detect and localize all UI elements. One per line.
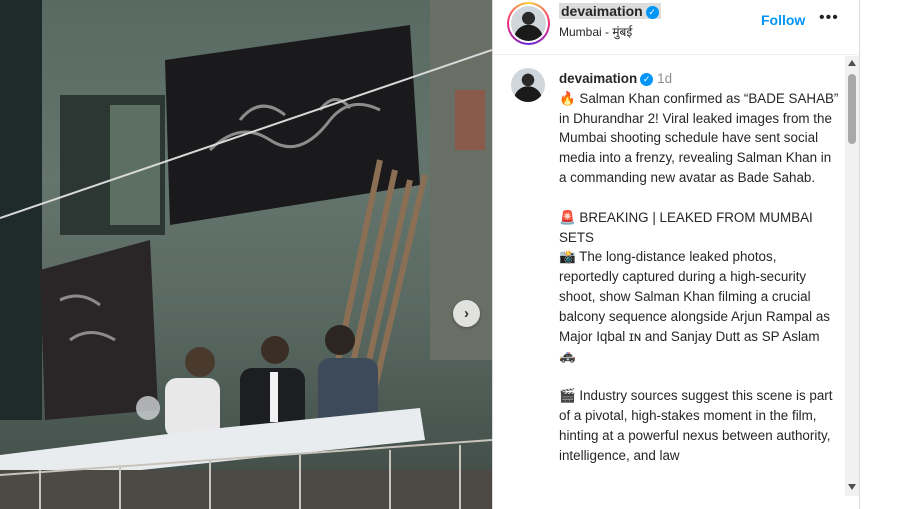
railing — [0, 470, 492, 509]
photo-scene — [0, 0, 492, 509]
verified-badge-icon: ✓ — [645, 6, 659, 19]
next-photo-button[interactable]: › — [453, 300, 480, 327]
light — [136, 396, 160, 420]
post-header: devaimation ✓ Mumbai - मुंबई Follow ••• — [493, 0, 859, 55]
top-banner — [165, 25, 420, 225]
avatar[interactable] — [507, 2, 550, 45]
caption-area: devaimation ✓ 1d 🔥 Salman Khan confirmed a… — [493, 56, 845, 496]
caption-paragraph-2: 🚨 BREAKING | LEAKED FROM MUMBAI SETS 📸 T… — [559, 209, 830, 364]
caption-paragraph-3: 🎬 Industry sources suggest this scene is… — [559, 388, 833, 463]
post-time[interactable]: 1d — [657, 71, 672, 86]
caption-paragraph-1: 🔥 Salman Khan confirmed as “BADE SAHAB” … — [559, 90, 839, 185]
caption-avatar[interactable] — [511, 68, 545, 102]
chevron-right-icon: › — [464, 305, 469, 322]
caption-text: devaimation ✓ 1d 🔥 Salman Khan confirmed a… — [559, 69, 839, 465]
post-photo: › — [0, 0, 492, 509]
post-side-panel: devaimation ✓ Mumbai - मुंबई Follow ••• d… — [492, 0, 860, 509]
scroll-up-arrow-icon[interactable] — [848, 60, 856, 66]
profile-photo — [511, 6, 546, 41]
header-username[interactable]: devaimation ✓ — [559, 3, 661, 19]
lower-banner — [40, 240, 158, 420]
more-options-icon[interactable]: ••• — [819, 9, 839, 27]
follow-button[interactable]: Follow — [761, 12, 805, 28]
caption-username[interactable]: devaimation — [559, 71, 637, 86]
scroll-thumb[interactable] — [848, 74, 856, 144]
verified-badge-icon: ✓ — [640, 73, 654, 86]
caption-scrollbar[interactable] — [845, 56, 859, 496]
scroll-down-arrow-icon[interactable] — [848, 484, 856, 490]
location-link[interactable]: Mumbai - मुंबई — [559, 23, 632, 40]
